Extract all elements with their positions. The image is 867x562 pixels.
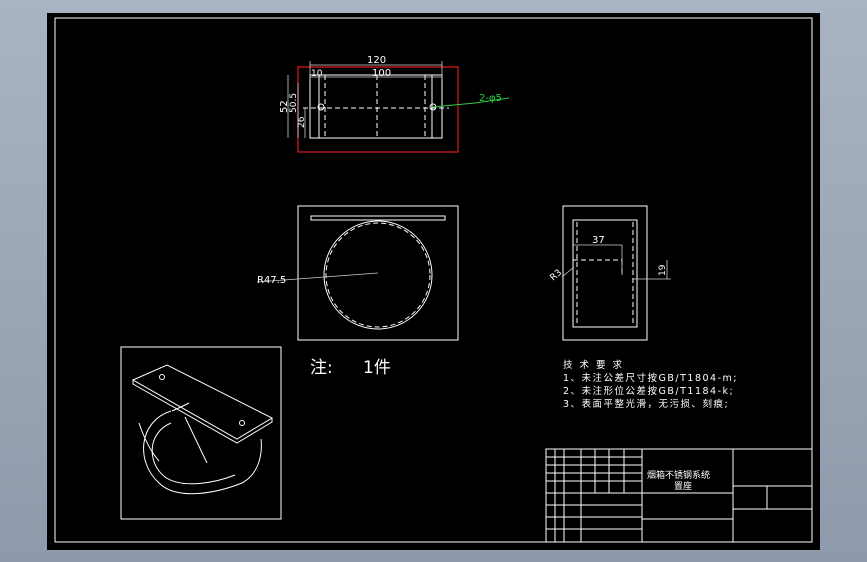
tech-req-line-3: 3、表面平整光滑，无污损、刻痕; [563, 398, 729, 410]
mounting-plate [310, 215, 446, 221]
title-block: 烟箱不锈钢系统 置座 [545, 448, 813, 543]
radius-label: R47.5 [257, 275, 286, 286]
sheet-border [54, 17, 813, 543]
front-view: R47.5 [256, 205, 459, 341]
tech-req-line-1: 1、未注公差尺寸按GB/T1804-m; [563, 372, 738, 384]
iso-hole-2 [239, 420, 245, 426]
dim-vertical: 19 [658, 264, 668, 276]
note-label: 注: [310, 358, 333, 378]
top-view: 120 10 100 52 50.5 26 2-φ5 [279, 55, 510, 153]
part-name-2: 置座 [674, 480, 692, 492]
dim-horizontal: 37 [592, 235, 605, 246]
iso-plate [131, 364, 274, 440]
side-view: 37 19 R3 [549, 205, 671, 341]
drawing-canvas: 120 10 100 52 50.5 26 2-φ5 R47.5 37 19 R… [47, 13, 820, 550]
dim-inner: 100 [372, 68, 391, 79]
top-view-outline [309, 74, 443, 139]
ring-inner [325, 222, 431, 328]
drawing-sheet: 120 10 100 52 50.5 26 2-φ5 R47.5 37 19 R… [54, 17, 813, 543]
side-radius-label: R3 [549, 268, 565, 283]
iso-hole-1 [159, 374, 165, 380]
dim-hole-spacing: 50.5 [289, 93, 299, 113]
dim-hole-offset: 26 [297, 116, 307, 128]
dim-width: 120 [367, 55, 386, 66]
ring-outer [323, 220, 433, 330]
hole-callout: 2-φ5 [479, 93, 502, 104]
tech-req-title: 技 术 要 求 [563, 359, 624, 371]
side-view-outline [572, 219, 638, 328]
part-name-1: 烟箱不锈钢系统 [647, 469, 710, 481]
dim-left: 10 [311, 69, 323, 79]
side-view-frame [562, 205, 648, 341]
tech-req-line-2: 2、未注形位公差按GB/T1184-k; [563, 385, 734, 397]
note-quantity: 1件 [363, 358, 391, 378]
isometric-view [120, 346, 282, 520]
